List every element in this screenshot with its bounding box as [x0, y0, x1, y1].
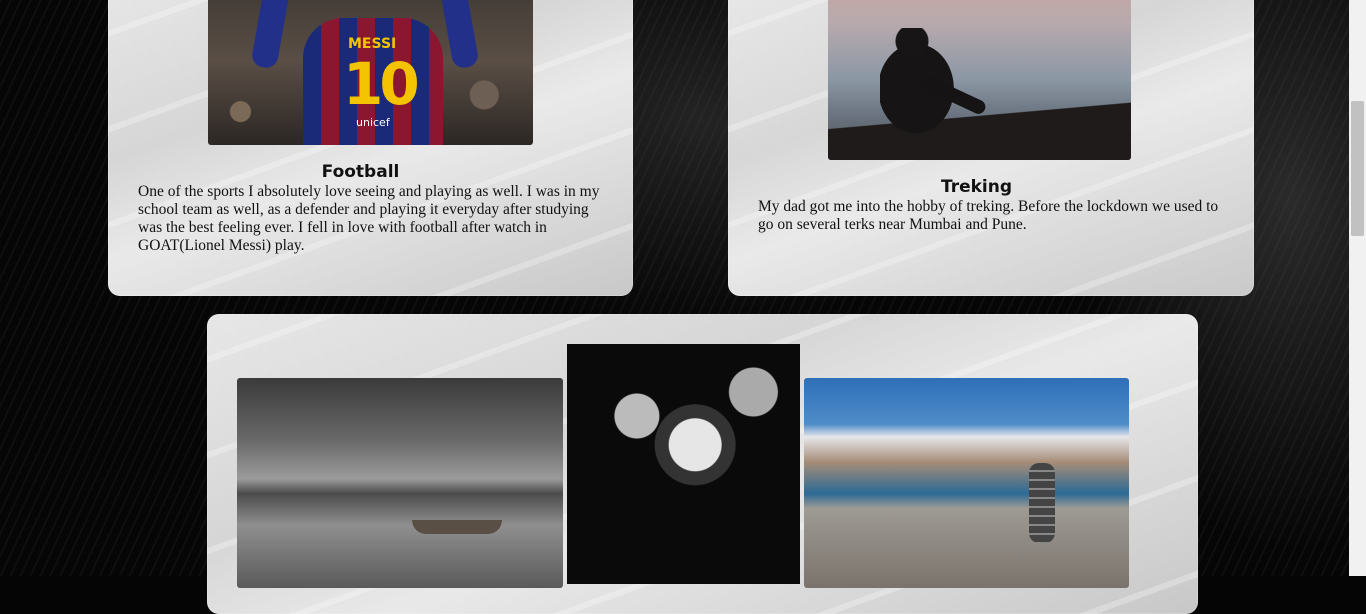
jersey-number: 10	[343, 50, 420, 118]
scrollbar-thumb[interactable]	[1351, 101, 1364, 236]
treking-photo	[828, 0, 1131, 160]
boat	[412, 520, 502, 534]
football-card: MESSI 10 unicef Football One of the spor…	[108, 0, 633, 296]
player-arm-left	[250, 0, 292, 70]
page-scrollbar[interactable]	[1349, 0, 1366, 576]
player-arm-right	[438, 0, 480, 70]
treking-text: My dad got me into the hobby of treking.…	[758, 198, 1219, 233]
gallery-card	[207, 314, 1198, 614]
stone-stack-photo	[804, 378, 1129, 588]
football-text: One of the sports I absolutely love seei…	[138, 183, 600, 254]
lake-with-boats-photo	[237, 378, 563, 588]
jersey-sponsor: unicef	[356, 116, 390, 129]
stone-stack	[1029, 463, 1055, 543]
sunflowers-photo	[567, 344, 800, 584]
football-title: Football	[321, 162, 400, 182]
treking-card: Treking My dad got me into the hobby of …	[728, 0, 1254, 296]
treking-title: Treking	[940, 177, 1013, 197]
football-photo: MESSI 10 unicef	[208, 0, 533, 145]
